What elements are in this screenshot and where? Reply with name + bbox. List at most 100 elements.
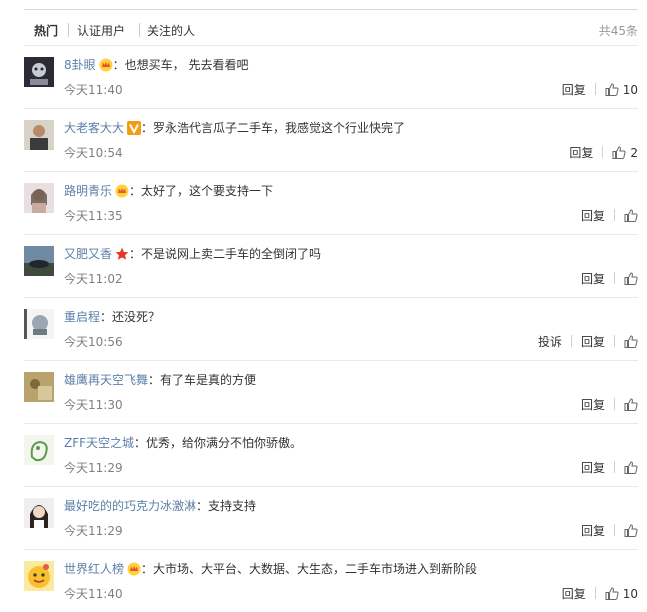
comment-filter-tabs: 热门 认证用户 关注的人 共45条 [24,22,638,42]
like-button[interactable] [624,461,638,475]
comment-actions: 回复 [581,270,638,287]
comment-item: ZFF天空之城：优秀，给你满分不怕你骄傲。 今天11:29 回复 [24,423,638,486]
reply-button[interactable]: 回复 [562,587,586,601]
thumbs-up-icon [624,398,638,412]
comment-actions: 回复 [581,459,638,476]
comment-actions: 回复 [581,522,638,539]
username-link[interactable]: 雄鹰再天空飞舞 [64,373,148,387]
reply-button[interactable]: 回复 [581,209,605,223]
reply-button[interactable]: 回复 [581,335,605,349]
like-count: 10 [622,587,638,601]
comment-item: 大老客大大 ：罗永浩代言瓜子二手车，我感觉这个行业快完了今天10:54 回复 2 [24,108,638,171]
avatar[interactable] [24,372,54,402]
comment-count: 共45条 [598,24,638,38]
avatar[interactable] [24,561,54,591]
tab-divider [68,23,69,37]
avatar[interactable] [24,120,54,150]
colon-separator: ： [134,436,147,450]
action-divider [594,587,596,599]
reply-button[interactable]: 回复 [581,398,605,412]
action-divider [602,146,604,158]
comment-item: 8卦眼 ：也想买车， 先去看看吧今天11:40 回复 10 [24,45,638,108]
report-button[interactable]: 投诉 [538,335,562,349]
action-divider [614,272,615,284]
comment-list: 8卦眼 ：也想买车， 先去看看吧 今天11:40 回复 10 大老客大大 ：罗永浩代言瓜子二… [24,45,638,612]
reply-button[interactable]: 回复 [581,272,605,286]
like-button[interactable]: 10 [605,587,638,601]
tab-divider [139,23,140,37]
comment-line: 世界红人榜 ：大市场、大平台、大数据、大生态，二手车市场进入到新阶段 [64,561,477,580]
avatar[interactable] [24,57,54,87]
colon-separator: ： [141,121,154,135]
action-divider [570,335,572,347]
comment-text: 支持支持 [208,499,257,513]
tab-verified-users[interactable]: 认证用户 [77,22,125,39]
action-divider [614,524,615,536]
username-link[interactable]: 又肥又香 [64,247,112,261]
tab-hot[interactable]: 热门 [34,22,58,39]
top-divider [24,9,638,10]
action-divider [614,461,615,473]
username-link[interactable]: 最好吃的的巧克力冰激淋 [64,499,196,513]
like-count: 10 [622,83,638,97]
comment-text: 罗永浩代言瓜子二手车，我感觉这个行业快完了 [153,121,406,135]
colon-separator: ： [129,184,142,198]
colon-separator: ： [100,310,113,324]
verified-v-icon [127,121,142,139]
avatar[interactable] [24,246,54,276]
username-link[interactable]: 重启程 [64,310,100,324]
action-divider [614,335,615,347]
like-button[interactable] [624,272,638,286]
reply-button[interactable]: 回复 [562,83,586,97]
thumbs-up-icon [624,461,638,475]
thumbs-up-icon [612,146,626,160]
comment-timestamp: 今天11:29 [64,524,123,538]
comment-timestamp: 今天11:40 [64,83,123,97]
comment-text: 还没死？ [112,310,161,324]
like-button[interactable]: 2 [612,146,638,160]
comment-item: 雄鹰再天空飞舞：有了车是真的方便 今天11:30 回复 [24,360,638,423]
comment-timestamp: 今天10:56 [64,335,123,349]
comment-actions: 回复 [581,396,638,413]
comment-timestamp: 今天11:02 [64,272,123,286]
thumbs-up-icon [624,524,638,538]
action-divider [614,209,615,221]
comment-line: 8卦眼 ：也想买车， 先去看看吧 [64,57,248,76]
avatar[interactable] [24,435,54,465]
action-divider [594,83,596,95]
comment-text: 大市场、大平台、大数据、大生态，二手车市场进入到新阶段 [153,562,478,576]
username-link[interactable]: ZFF天空之城 [64,436,134,450]
vip-crown-icon [99,58,113,76]
like-button[interactable] [624,398,638,412]
username-link[interactable]: 8卦眼 [64,58,96,72]
star-badge-icon [115,247,129,265]
reply-button[interactable]: 回复 [581,461,605,475]
like-button[interactable] [624,524,638,538]
comment-timestamp: 今天11:35 [64,209,123,223]
colon-separator: ： [141,562,154,576]
like-button[interactable] [624,335,638,349]
username-link[interactable]: 大老客大大 [64,121,124,135]
comment-line: 路明青乐 ：太好了，这个要支持一下 [64,183,273,202]
comment-actions: 回复 10 [562,81,638,98]
thumbs-up-icon [605,587,619,601]
comment-text: 不是说网上卖二手车的全倒闭了吗 [141,247,322,261]
comment-actions: 回复 10 [562,585,638,602]
reply-button[interactable]: 回复 [569,146,593,160]
tab-following[interactable]: 关注的人 [147,22,195,39]
like-button[interactable]: 10 [605,83,638,97]
vip-crown-icon [115,184,129,202]
username-link[interactable]: 路明青乐 [64,184,112,198]
username-link[interactable]: 世界红人榜 [64,562,124,576]
colon-separator: ： [196,499,209,513]
avatar[interactable] [24,498,54,528]
comment-line: 雄鹰再天空飞舞：有了车是真的方便 [64,372,256,388]
reply-button[interactable]: 回复 [581,524,605,538]
like-button[interactable] [624,209,638,223]
avatar[interactable] [24,309,54,339]
comment-item: 最好吃的的巧克力冰激淋：支持支持今天11:29 回复 [24,486,638,549]
colon-separator: ： [129,247,142,261]
avatar[interactable] [24,183,54,213]
comment-timestamp: 今天10:54 [64,146,123,160]
action-divider [614,398,615,410]
